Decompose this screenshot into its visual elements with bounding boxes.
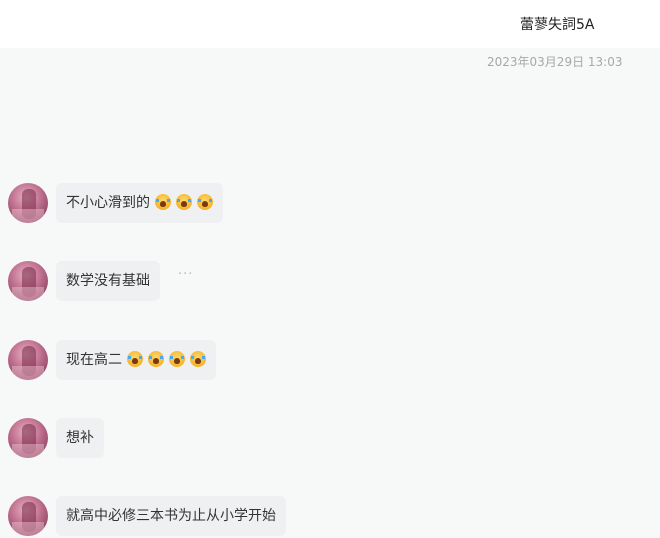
message-text: 数学没有基础 [66, 273, 150, 289]
message-bubble[interactable]: 不小心滑到的 [56, 183, 223, 223]
loudly-crying-face-icon [176, 194, 192, 210]
avatar[interactable] [8, 261, 48, 301]
avatar[interactable] [8, 183, 48, 223]
loudly-crying-face-icon [197, 194, 213, 210]
message-timestamp: 2023年03月29日 13:03 [487, 55, 623, 69]
loudly-crying-face-icon [155, 194, 171, 210]
message-text: 就高中必修三本书为止从小学开始 [66, 508, 276, 524]
message-bubble[interactable]: 想补 [56, 418, 104, 458]
avatar[interactable] [8, 418, 48, 458]
chat-header: 蕾蓼失詞5A [0, 0, 660, 48]
loudly-crying-face-icon [148, 351, 164, 367]
more-options-icon[interactable]: ··· [178, 267, 193, 282]
message-bubble[interactable]: 数学没有基础 [56, 261, 160, 301]
message-bubble[interactable]: 现在高二 [56, 340, 216, 380]
avatar[interactable] [8, 496, 48, 536]
message-bubble[interactable]: 就高中必修三本书为止从小学开始 [56, 496, 286, 536]
loudly-crying-face-icon [127, 351, 143, 367]
loudly-crying-face-icon [190, 351, 206, 367]
loudly-crying-face-icon [169, 351, 185, 367]
message-text: 不小心滑到的 [66, 195, 150, 211]
chat-title: 蕾蓼失詞5A [520, 17, 595, 33]
message-text: 想补 [66, 430, 94, 446]
message-text: 现在高二 [66, 352, 122, 368]
avatar[interactable] [8, 340, 48, 380]
